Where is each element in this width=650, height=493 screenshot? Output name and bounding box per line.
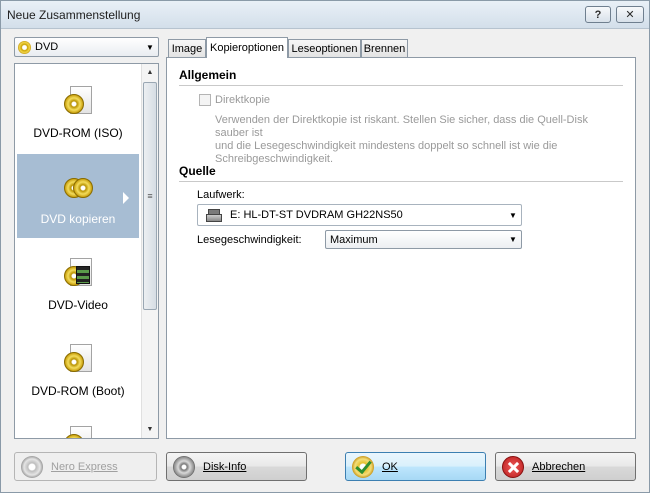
chevron-down-icon: ▼ (509, 235, 517, 244)
source-section-title: Quelle (179, 164, 216, 178)
scroll-up-arrow-icon[interactable]: ▲ (142, 64, 158, 81)
dvd-rom-iso-icon (62, 86, 94, 118)
list-item-partial[interactable] (17, 412, 139, 438)
tab-burn[interactable]: Brennen (361, 39, 408, 57)
list-item-dvd-rom-boot[interactable]: DVD-ROM (Boot) (17, 326, 139, 410)
cancel-button[interactable]: Abbrechen (495, 452, 636, 481)
help-button[interactable]: ? (585, 6, 611, 23)
chevron-right-icon (123, 192, 129, 204)
disk-info-button[interactable]: Disk-Info (166, 452, 307, 481)
read-speed-dropdown[interactable]: Maximum ▼ (325, 230, 522, 249)
ok-button[interactable]: OK (345, 452, 486, 481)
scroll-thumb[interactable]: ≡ (143, 82, 157, 310)
dvd-video-icon (62, 258, 94, 290)
source-divider (179, 181, 623, 182)
general-section-title: Allgemein (179, 68, 237, 82)
list-scrollbar[interactable]: ▲ ≡ ▼ (141, 64, 158, 438)
optical-drive-icon (206, 209, 222, 222)
close-button[interactable]: ✕ (616, 6, 644, 23)
dvd-disc-icon (18, 40, 31, 54)
direct-copy-label: Direktkopie (215, 94, 271, 106)
dvd-rom-boot-icon (62, 344, 94, 376)
ok-check-icon (352, 455, 374, 478)
list-item-dvd-video[interactable]: DVD-Video (17, 240, 139, 324)
tab-read-options[interactable]: Leseoptionen (288, 39, 361, 57)
cancel-x-icon (502, 455, 524, 478)
copy-options-panel: Allgemein Direktkopie Verwenden der Dire… (166, 57, 636, 439)
direct-copy-checkbox[interactable] (199, 94, 211, 106)
list-item-dvd-copy[interactable]: DVD kopieren (17, 154, 139, 238)
tab-image[interactable]: Image (168, 39, 206, 57)
chevron-down-icon: ▼ (509, 210, 517, 220)
nero-express-icon (21, 455, 43, 478)
read-speed-label: Lesegeschwindigkeit: (197, 234, 302, 246)
list-item-label: DVD kopieren (40, 212, 116, 226)
dvd-copy-icon (62, 172, 94, 204)
dvd-partial-icon (62, 426, 94, 438)
direct-copy-description: Verwenden der Direktkopie ist riskant. S… (215, 114, 588, 165)
disk-info-icon (173, 455, 195, 478)
project-type-list[interactable]: DVD-ROM (ISO) DVD kopieren DVD-Video DVD… (14, 63, 159, 439)
list-item-dvd-rom-iso[interactable]: DVD-ROM (ISO) (17, 68, 139, 152)
title-bar: Neue Zusammenstellung ? ✕ (1, 1, 649, 29)
compilation-type-value: DVD (35, 41, 59, 53)
list-item-label: DVD-Video (48, 298, 108, 312)
window-title: Neue Zusammenstellung (7, 8, 141, 22)
drive-dropdown[interactable]: E: HL-DT-ST DVDRAM GH22NS50 ▼ (197, 204, 522, 226)
compilation-type-dropdown[interactable]: DVD ▼ (14, 37, 159, 57)
drive-label: Laufwerk: (197, 189, 245, 201)
scroll-down-arrow-icon[interactable]: ▼ (142, 421, 158, 438)
scroll-grip-icon: ≡ (147, 191, 153, 201)
nero-express-button[interactable]: Nero Express (14, 452, 157, 481)
list-item-label: DVD-ROM (Boot) (31, 384, 125, 398)
list-item-label: DVD-ROM (ISO) (33, 126, 123, 140)
drive-value: E: HL-DT-ST DVDRAM GH22NS50 (230, 209, 403, 221)
new-compilation-dialog: Neue Zusammenstellung ? ✕ DVD ▼ DVD-ROM … (0, 0, 650, 493)
read-speed-value: Maximum (330, 233, 378, 246)
chevron-down-icon: ▼ (146, 42, 154, 52)
general-divider (179, 85, 623, 86)
tab-copy-options[interactable]: Kopieroptionen (206, 37, 288, 58)
